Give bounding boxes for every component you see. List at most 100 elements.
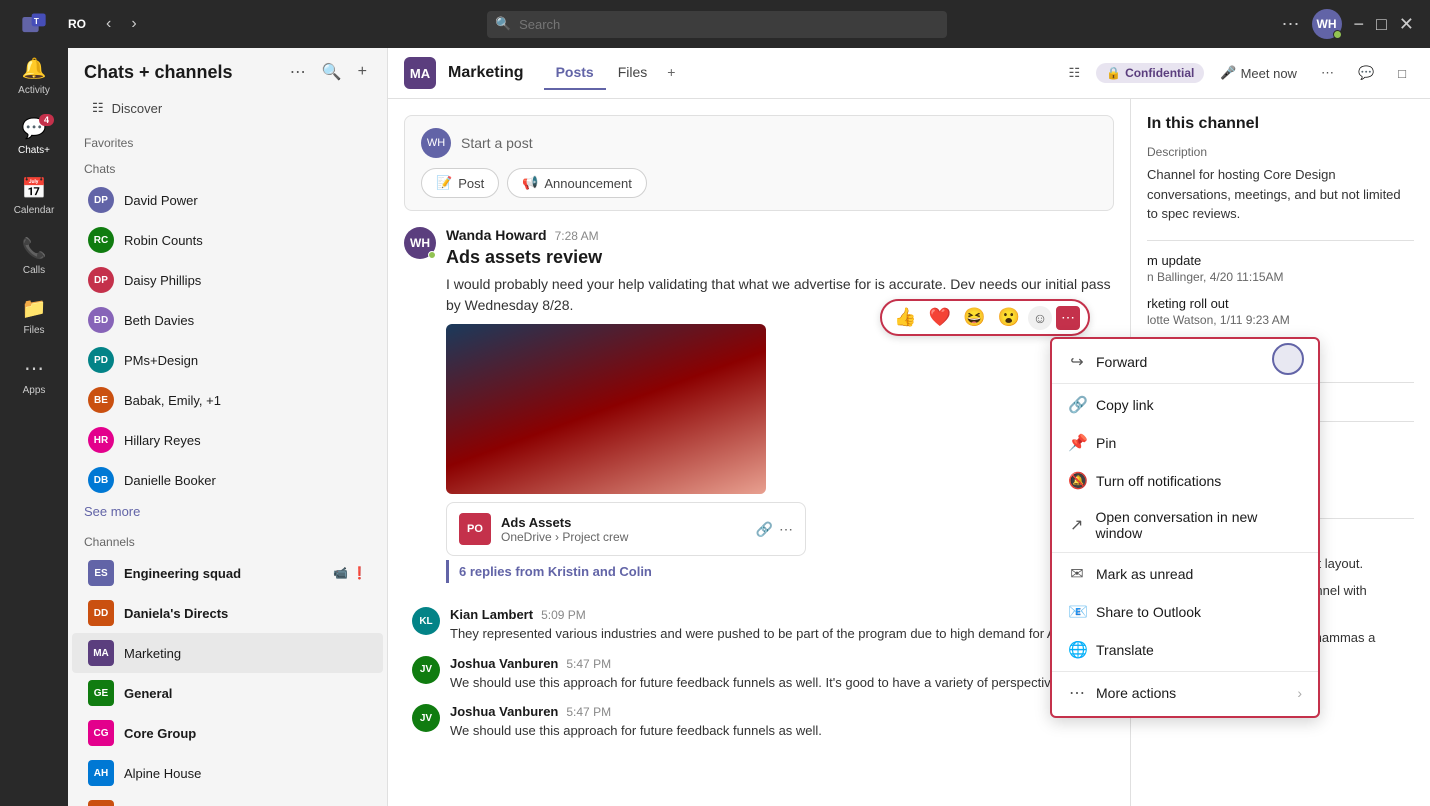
cursor-indicator	[1272, 343, 1304, 375]
maximize-button[interactable]: □	[1376, 14, 1387, 35]
sidebar-item-alpine-house[interactable]: AH Alpine House	[72, 753, 383, 793]
thread-meta-1: n Ballinger, 4/20 11:15AM	[1147, 270, 1414, 284]
sidebar-item-general2[interactable]: GE General	[72, 793, 383, 806]
chat-button[interactable]: 💬	[1350, 61, 1382, 85]
sidebar-item-babak-emily[interactable]: BE Babak, Emily, +1	[72, 380, 383, 420]
ctx-more-actions[interactable]: ⋯ More actions ›	[1052, 674, 1318, 712]
ctx-share-outlook[interactable]: 📧 Share to Outlook	[1052, 593, 1318, 631]
reply-avatar-kian: KL	[412, 607, 440, 635]
rail-item-calls[interactable]: 📞 Calls	[6, 228, 62, 284]
start-post-label: Start a post	[461, 135, 533, 151]
ctx-mark-unread[interactable]: ✉ Mark as unread	[1052, 555, 1318, 593]
reply-text-kian: They represented various industries and …	[450, 624, 1114, 644]
reply-time-josh2: 5:47 PM	[566, 705, 611, 719]
back-button[interactable]: ‹	[98, 9, 119, 39]
forward-button[interactable]: ›	[123, 9, 144, 39]
more-options-button[interactable]: ⋯	[1282, 14, 1300, 35]
add-tab-button[interactable]: +	[659, 56, 683, 90]
tab-posts[interactable]: Posts	[544, 56, 606, 90]
announcement-icon: 📢	[522, 175, 538, 191]
ctx-turn-off-notifications[interactable]: 🔕 Turn off notifications	[1052, 462, 1318, 500]
rail-label-chats: Chats+	[18, 145, 50, 156]
reply-text-josh1: We should use this approach for future f…	[450, 673, 1114, 693]
files-icon: 📁	[22, 296, 47, 321]
reply-header-kian: Kian Lambert 5:09 PM	[450, 607, 1114, 622]
description-text: Channel for hosting Core Design conversa…	[1147, 165, 1414, 224]
description-label: Description	[1147, 145, 1414, 159]
channel-header-right: ☷ 🔒 Confidential 🎤 Meet now ⋯ 💬 □	[1060, 61, 1414, 85]
rail-item-chats[interactable]: 💬 Chats+ 4	[6, 108, 62, 164]
sidebar-item-general[interactable]: GE General	[72, 673, 383, 713]
rail-item-files[interactable]: 📁 Files	[6, 288, 62, 344]
expand-button[interactable]: □	[1390, 62, 1414, 85]
search-input[interactable]	[487, 11, 947, 38]
ctx-copy-link[interactable]: 🔗 Copy link	[1052, 386, 1318, 424]
reply-kian: KL Kian Lambert 5:09 PM They represented…	[404, 607, 1114, 644]
template-button[interactable]: ☷	[1060, 61, 1088, 85]
message-author-wanda: Wanda Howard	[446, 227, 547, 243]
avatar[interactable]: WH	[1312, 9, 1342, 39]
see-more-button[interactable]: See more	[68, 500, 387, 527]
avatar-general2: GE	[88, 800, 114, 806]
sidebar-item-marketing[interactable]: MA Marketing	[72, 633, 383, 673]
discover-button[interactable]: ☷ Discover	[76, 92, 379, 124]
sidebar-item-beth-davies[interactable]: BD Beth Davies	[72, 300, 383, 340]
sidebar-item-robin-counts[interactable]: RC Robin Counts	[72, 220, 383, 260]
rail-item-calendar[interactable]: 📅 Calendar	[6, 168, 62, 224]
avatar-robin-counts: RC	[88, 227, 114, 253]
ctx-forward[interactable]: ↪ Forward	[1052, 343, 1318, 381]
rail-item-activity[interactable]: 🔔 Activity	[6, 48, 62, 104]
replies-link[interactable]: 6 replies from Kristin and Colin	[446, 560, 652, 583]
announcement-label: Announcement	[544, 176, 631, 191]
sidebar-item-core-group[interactable]: CG Core Group	[72, 713, 383, 753]
ctx-translate[interactable]: 🌐 Translate	[1052, 631, 1318, 669]
channel-name: Marketing	[448, 64, 524, 82]
more-actions-label: More actions	[1096, 685, 1176, 701]
sidebar-item-daisy-phillips[interactable]: DP Daisy Phillips	[72, 260, 383, 300]
message-header-wanda: Wanda Howard 7:28 AM	[446, 227, 1114, 243]
minimize-button[interactable]: −	[1354, 14, 1365, 35]
meet-now-button[interactable]: 🎤 Meet now	[1212, 61, 1305, 85]
rail-label-calendar: Calendar	[14, 205, 55, 216]
sidebar-item-danielle-booker[interactable]: DB Danielle Booker	[72, 460, 383, 500]
reply-author-josh1: Joshua Vanburen	[450, 656, 558, 671]
avatar-core-group: CG	[88, 720, 114, 746]
sidebar-item-pms-design[interactable]: PD PMs+Design	[72, 340, 383, 380]
attachment-ads-assets: PO Ads Assets OneDrive › Project crew 🔗 …	[446, 502, 806, 556]
close-button[interactable]: ✕	[1399, 14, 1414, 35]
sidebar-compose-button[interactable]: +	[354, 60, 371, 84]
attach-link-button[interactable]: 🔗	[756, 521, 773, 538]
discover-label: Discover	[112, 101, 163, 116]
reaction-more-button[interactable]: ☺	[1028, 306, 1052, 330]
message-body-wanda: Wanda Howard 7:28 AM Ads assets review I…	[446, 227, 1114, 591]
message-more-button[interactable]: ⋯	[1056, 306, 1080, 330]
attach-more-button[interactable]: ⋯	[779, 521, 793, 538]
post-button[interactable]: 📝 Post	[421, 168, 499, 198]
rail-item-apps[interactable]: ⋯ Apps	[6, 348, 62, 404]
sidebar-item-engineering-squad[interactable]: ES Engineering squad 📹 ❗	[72, 553, 383, 593]
reaction-thumbs-up[interactable]: 👍	[890, 305, 920, 330]
sidebar-item-david-power[interactable]: DP David Power	[72, 180, 383, 220]
compose-buttons: 📝 Post 📢 Announcement	[421, 168, 1097, 198]
sidebar-item-danielas-directs[interactable]: DD Daniela's Directs	[72, 593, 383, 633]
context-menu[interactable]: ↪ Forward 🔗 Copy link 📌 Pin 🔕 Turn off n…	[1050, 337, 1320, 718]
sidebar-actions: ⋯ 🔍 +	[286, 60, 371, 84]
compose-starter[interactable]: WH Start a post	[421, 128, 1097, 158]
ctx-open-conversation[interactable]: ↗ Open conversation in new window	[1052, 500, 1318, 550]
reactions-toolbar[interactable]: 👍 ❤️ 😆 😮 ☺ ⋯	[880, 299, 1090, 336]
confidential-label: Confidential	[1125, 66, 1194, 80]
sidebar-more-button[interactable]: ⋯	[286, 60, 310, 84]
sidebar: Chats + channels ⋯ 🔍 + ☷ Discover Favori…	[68, 0, 388, 806]
sidebar-search-button[interactable]: 🔍	[318, 60, 346, 84]
sidebar-item-hillary-reyes[interactable]: HR Hillary Reyes	[72, 420, 383, 460]
sidebar-title: Chats + channels	[84, 62, 233, 83]
reaction-heart[interactable]: ❤️	[925, 305, 955, 330]
announcement-button[interactable]: 📢 Announcement	[507, 168, 647, 198]
search-bar: 🔍	[487, 11, 947, 38]
channel-more-button[interactable]: ⋯	[1313, 61, 1342, 85]
channel-name-engineering-squad: Engineering squad	[124, 566, 323, 581]
tab-files[interactable]: Files	[606, 56, 660, 90]
ctx-pin[interactable]: 📌 Pin	[1052, 424, 1318, 462]
reaction-wow[interactable]: 😮	[994, 305, 1024, 330]
reaction-laugh[interactable]: 😆	[959, 305, 989, 330]
